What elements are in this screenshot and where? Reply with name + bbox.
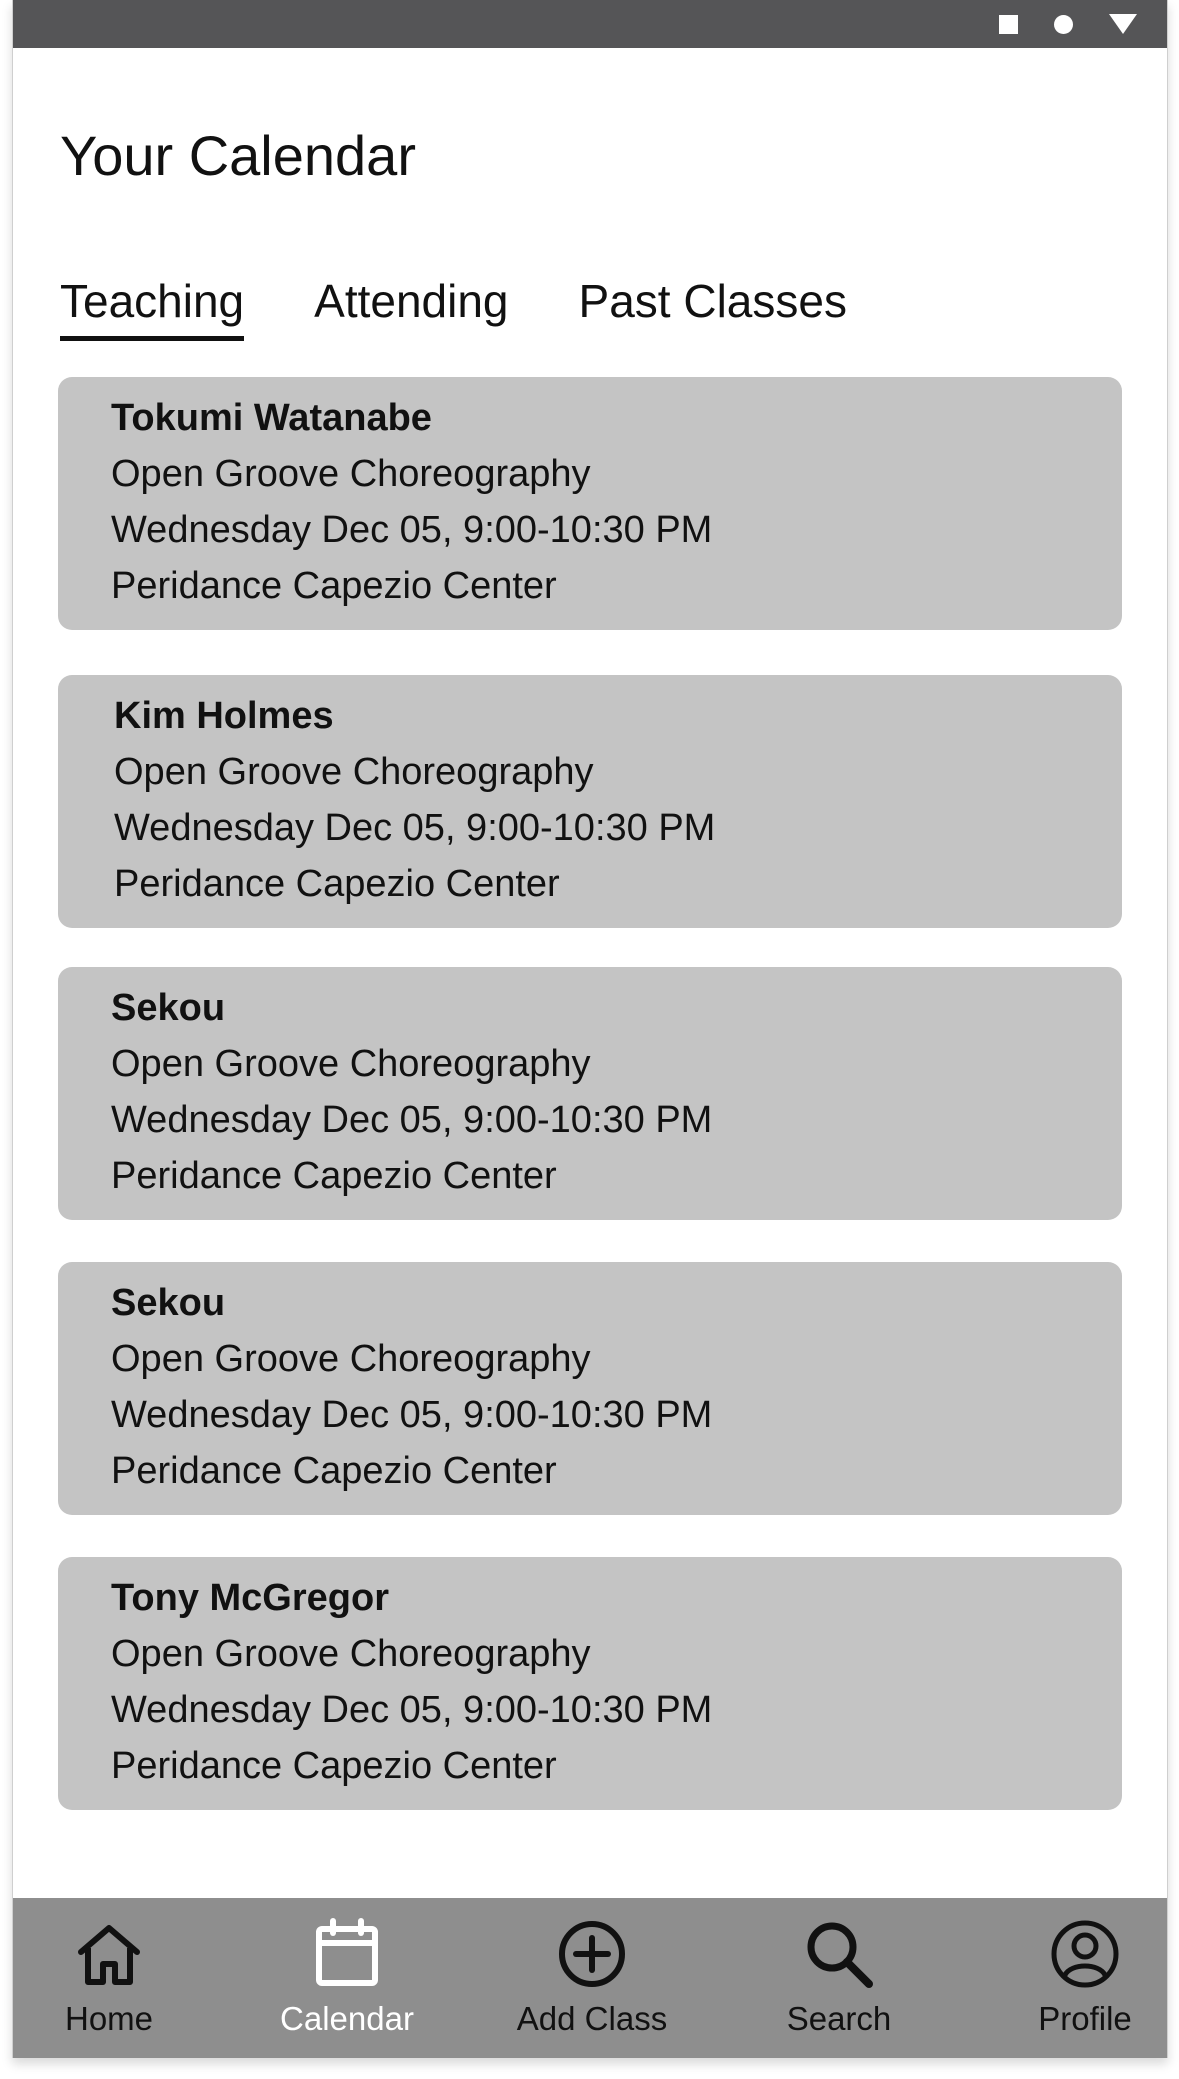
class-datetime: Wednesday Dec 05, 9:00-10:30 PM (111, 509, 713, 551)
class-datetime: Wednesday Dec 05, 9:00-10:30 PM (114, 807, 716, 849)
nav-search-label: Search (786, 2000, 892, 2037)
nav-calendar-label: Calendar (280, 2000, 414, 2037)
instructor-name: Tony McGregor (111, 1577, 389, 1619)
nav-profile-label: Profile (1038, 2000, 1132, 2037)
class-card[interactable]: Sekou Open Groove Choreography Wednesday… (58, 1262, 1122, 1515)
nav-search[interactable]: Search (739, 1918, 939, 2035)
add-circle-icon (559, 1921, 625, 1987)
nav-home-label: Home (64, 2000, 154, 2037)
class-location: Peridance Capezio Center (111, 1155, 557, 1197)
nav-profile[interactable]: Profile (985, 1918, 1167, 2037)
class-name: Open Groove Choreography (111, 453, 591, 495)
class-datetime: Wednesday Dec 05, 9:00-10:30 PM (111, 1394, 713, 1436)
class-datetime: Wednesday Dec 05, 9:00-10:30 PM (111, 1689, 713, 1731)
nav-add-class-label: Add Class (516, 2000, 668, 2037)
tab-past-classes[interactable]: Past Classes (579, 278, 847, 341)
class-card[interactable]: Kim Holmes Open Groove Choreography Wedn… (58, 675, 1122, 928)
class-datetime: Wednesday Dec 05, 9:00-10:30 PM (111, 1099, 713, 1141)
tab-bar: Teaching Attending Past Classes (60, 278, 847, 341)
class-location: Peridance Capezio Center (111, 565, 557, 607)
status-bar (13, 0, 1167, 48)
tab-attending[interactable]: Attending (314, 278, 508, 341)
class-location: Peridance Capezio Center (111, 1450, 557, 1492)
app-frame: Your Calendar Teaching Attending Past Cl… (12, 0, 1168, 2058)
instructor-name: Tokumi Watanabe (111, 397, 432, 439)
circle-icon (1054, 14, 1073, 34)
nav-calendar[interactable]: Calendar (247, 1918, 447, 2035)
home-icon (78, 1925, 140, 1985)
instructor-name: Sekou (111, 1282, 226, 1324)
class-location: Peridance Capezio Center (114, 863, 560, 905)
nav-add-class[interactable]: Add Class (492, 1918, 692, 2035)
class-name: Open Groove Choreography (111, 1633, 591, 1675)
instructor-name: Kim Holmes (114, 695, 334, 737)
profile-icon (1051, 1920, 1119, 1988)
class-name: Open Groove Choreography (114, 751, 594, 793)
page-title: Your Calendar (60, 124, 416, 187)
class-card[interactable]: Sekou Open Groove Choreography Wednesday… (58, 967, 1122, 1220)
instructor-name: Sekou (111, 987, 226, 1029)
status-icons (999, 0, 1137, 48)
class-name: Open Groove Choreography (111, 1338, 591, 1380)
class-name: Open Groove Choreography (111, 1043, 591, 1085)
class-card[interactable]: Tokumi Watanabe Open Groove Choreography… (58, 377, 1122, 630)
calendar-icon (316, 1918, 378, 1986)
tab-teaching[interactable]: Teaching (60, 278, 245, 341)
triangle-icon (1109, 14, 1137, 34)
bottom-nav: Home Calendar Add Class Search Profile (13, 1898, 1167, 2058)
nav-home[interactable]: Home (13, 1918, 209, 2037)
square-icon (999, 14, 1018, 34)
class-card[interactable]: Tony McGregor Open Groove Choreography W… (58, 1557, 1122, 1810)
class-location: Peridance Capezio Center (111, 1745, 557, 1787)
search-icon (807, 1922, 873, 1988)
